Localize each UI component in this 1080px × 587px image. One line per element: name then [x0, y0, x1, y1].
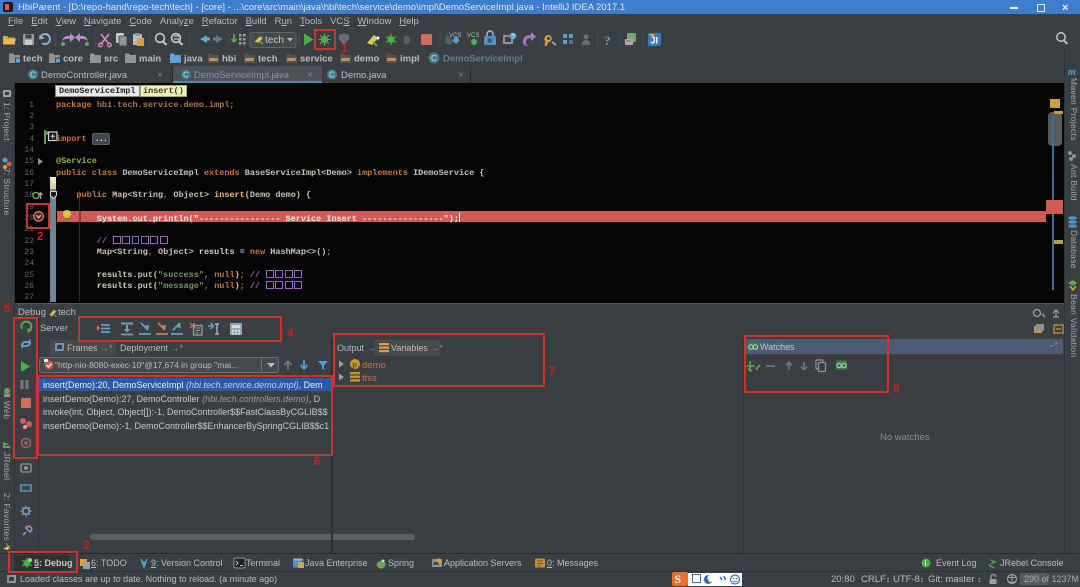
svg-text:›: › — [280, 54, 283, 63]
svg-text:DemoServiceImpl: DemoServiceImpl — [443, 54, 523, 65]
svg-text:?: ? — [511, 33, 515, 40]
svg-text:m: m — [1068, 67, 1076, 78]
svg-text:main: main — [139, 54, 161, 65]
svg-text:demo: demo — [354, 54, 380, 65]
svg-text:src: src — [104, 54, 118, 65]
svg-text:×: × — [458, 70, 464, 81]
svg-text:service: service — [300, 54, 333, 65]
svg-text:C: C — [431, 54, 437, 63]
svg-text:×: × — [157, 70, 163, 81]
svg-text:C: C — [329, 71, 335, 80]
svg-text:C: C — [183, 71, 189, 80]
svg-text:›: › — [380, 54, 383, 63]
svg-text:hbi: hbi — [222, 54, 236, 65]
svg-text:JI: JI — [651, 36, 659, 46]
svg-text:i: i — [925, 561, 927, 568]
svg-text:tech: tech — [265, 35, 284, 46]
svg-text:›: › — [163, 54, 166, 63]
svg-text:›: › — [238, 54, 241, 63]
svg-text:tech: tech — [23, 54, 43, 65]
svg-text:×: × — [307, 70, 313, 81]
svg-text:›: › — [422, 54, 425, 63]
svg-text:›: › — [119, 54, 122, 63]
svg-text:C: C — [30, 71, 36, 80]
svg-text:tech: tech — [258, 54, 278, 65]
svg-text:›: › — [334, 54, 337, 63]
svg-text:core: core — [63, 54, 83, 65]
svg-text:›: › — [84, 54, 87, 63]
svg-text:?: ? — [604, 33, 611, 48]
svg-text:impl: impl — [400, 54, 420, 65]
svg-text:VCS: VCS — [467, 33, 479, 39]
svg-text:DemoController.java: DemoController.java — [41, 70, 128, 81]
svg-text:Demo.java: Demo.java — [341, 70, 387, 81]
svg-text:DemoServiceImpl.java: DemoServiceImpl.java — [194, 70, 290, 81]
svg-text:java: java — [183, 54, 203, 65]
